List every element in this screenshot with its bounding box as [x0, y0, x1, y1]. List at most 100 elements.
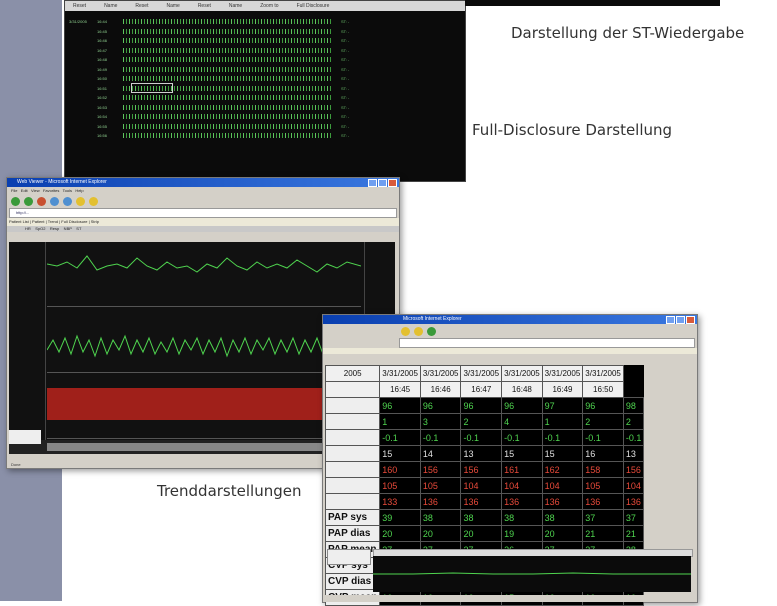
table-cell: 162 [541, 461, 584, 478]
home-icon[interactable] [63, 196, 72, 206]
list-item: 16:48 ST: - [97, 57, 350, 63]
table-cell: 15 [379, 445, 421, 462]
table-cell: -0.1 [582, 429, 624, 446]
full-disclosure-rows: 3/31/2005 16:44 ST: - 16:45 ST: - 16:46 ST: … [69, 17, 461, 141]
column-header: 16:49 [541, 381, 584, 398]
table-row: PAP sys 39 38 38 38 38 37 37 [324, 509, 645, 526]
table-row: 133 136 136 136 136 136 136 [324, 493, 645, 510]
table-row: PAP dias 20 20 20 19 20 21 21 [324, 525, 645, 542]
table-cell: 158 [582, 461, 624, 478]
table-cell: 13 [460, 445, 503, 462]
forward-icon[interactable] [24, 196, 33, 206]
address-bar[interactable]: http://... [9, 208, 397, 218]
table-cell: 15 [501, 445, 543, 462]
toolbar [323, 324, 697, 338]
list-item: 16:52 ST: - [97, 95, 350, 101]
table-cell: 96 [379, 397, 421, 414]
list-item: 16:47 ST: - [97, 47, 350, 53]
row-label: PAP dias [324, 525, 381, 542]
table-cell: 38 [460, 509, 503, 526]
tab-bar[interactable] [323, 348, 697, 354]
table-row: 1324122 [324, 413, 645, 430]
column-header: 3/31/2005 [582, 365, 624, 382]
row-label [324, 493, 381, 510]
table-cell: 13 [622, 445, 645, 462]
row-label [324, 429, 381, 446]
table-cell: 104 [501, 477, 543, 494]
table-cell: 2 [582, 413, 624, 430]
table-cell: 2 [460, 413, 503, 430]
table-cell: 1 [541, 413, 584, 430]
table-cell: 38 [501, 509, 543, 526]
table-cell: 21 [582, 525, 624, 542]
full-disclosure-header: Reset Name Reset Name Reset Name Zoom to Full D… [65, 1, 465, 11]
column-header [324, 381, 381, 398]
column-header: 3/31/2005 [541, 365, 584, 382]
numeric-trend-line [373, 572, 691, 575]
table-cell: 39 [379, 509, 421, 526]
column-header: 16:50 [582, 381, 624, 398]
column-header: 3/31/2005 [460, 365, 503, 382]
column-header: 3/31/2005 [379, 365, 421, 382]
reset-button[interactable] [327, 549, 371, 565]
table-cell: 160 [379, 461, 421, 478]
menu-bar[interactable]: File Edit View Favorites Tools Help [7, 187, 399, 194]
row-label [324, 445, 381, 462]
time-row: 16:45 16:46 16:47 16:48 16:49 16:50 [324, 381, 644, 398]
maximize-icon[interactable] [378, 179, 387, 187]
toolbar [7, 194, 399, 208]
maximize-icon[interactable] [676, 316, 685, 324]
trend-pane-3 [47, 376, 361, 439]
column-header: 16:47 [460, 381, 503, 398]
favorites-icon[interactable] [414, 326, 423, 336]
table-cell: 21 [622, 525, 645, 542]
list-item: 16:50 ST: - [97, 76, 350, 82]
table-cell: 15 [541, 445, 584, 462]
table-cell: 105 [379, 477, 421, 494]
minimize-icon[interactable] [368, 179, 377, 187]
table-cell: 156 [622, 461, 645, 478]
table-cell: 104 [622, 477, 645, 494]
header-row: 2005 3/31/2005 3/31/2005 3/31/2005 3/31/2005… [324, 365, 644, 382]
row-label: PAP sys [324, 509, 381, 526]
refresh-icon[interactable] [50, 196, 59, 206]
trend-pane-1 [46, 244, 362, 307]
numeric-trend-window: Microsoft Internet Explorer 2005 3/31/200… [322, 314, 698, 606]
close-icon[interactable] [388, 179, 397, 187]
address-bar[interactable] [399, 338, 695, 348]
table-cell: 105 [419, 477, 462, 494]
close-icon[interactable] [686, 316, 695, 324]
search-icon[interactable] [401, 326, 410, 336]
minimize-icon[interactable] [666, 316, 675, 324]
full-disclosure-window-edge [465, 0, 720, 6]
table-cell: 104 [541, 477, 584, 494]
table-cell: 3 [419, 413, 462, 430]
table-row: 15 14 13 15 15 16 13 [324, 445, 645, 462]
column-header: 16:45 [379, 381, 421, 398]
stop-icon[interactable] [37, 196, 46, 206]
search-icon[interactable] [76, 196, 85, 206]
table-cell: 96 [582, 397, 624, 414]
trend-waveform-1 [46, 255, 362, 273]
table-cell: 136 [460, 493, 503, 510]
table-row: 96 96 96 96 97 96 98 [324, 397, 645, 414]
row-label: CVP dias [324, 573, 381, 590]
back-icon[interactable] [11, 196, 20, 206]
column-header: 2005 [324, 365, 381, 382]
trend-mode-tab[interactable] [9, 430, 41, 444]
trend-navigation[interactable] [47, 443, 347, 451]
media-icon[interactable] [427, 326, 436, 336]
favorites-icon[interactable] [89, 196, 98, 206]
list-item: 16:46 ST: - [97, 38, 350, 44]
table-cell: -0.1 [460, 429, 503, 446]
parameter-bar[interactable]: HR SpO2 Resp NBP ST [7, 226, 399, 232]
list-item: 16:55 ST: - [97, 123, 350, 129]
table-cell: 96 [419, 397, 462, 414]
tab-bar[interactable]: Patient List | Patient | Trend | Full Di… [7, 218, 399, 226]
selection-box[interactable] [131, 83, 173, 93]
numeric-trend-graph [373, 556, 691, 592]
list-item: 16:51 ST: - [97, 85, 350, 91]
caption-trend: Trenddarstellungen [157, 482, 302, 500]
table-cell: 161 [501, 461, 543, 478]
table-row: 160 156 156 161 162 158 156 [324, 461, 645, 478]
